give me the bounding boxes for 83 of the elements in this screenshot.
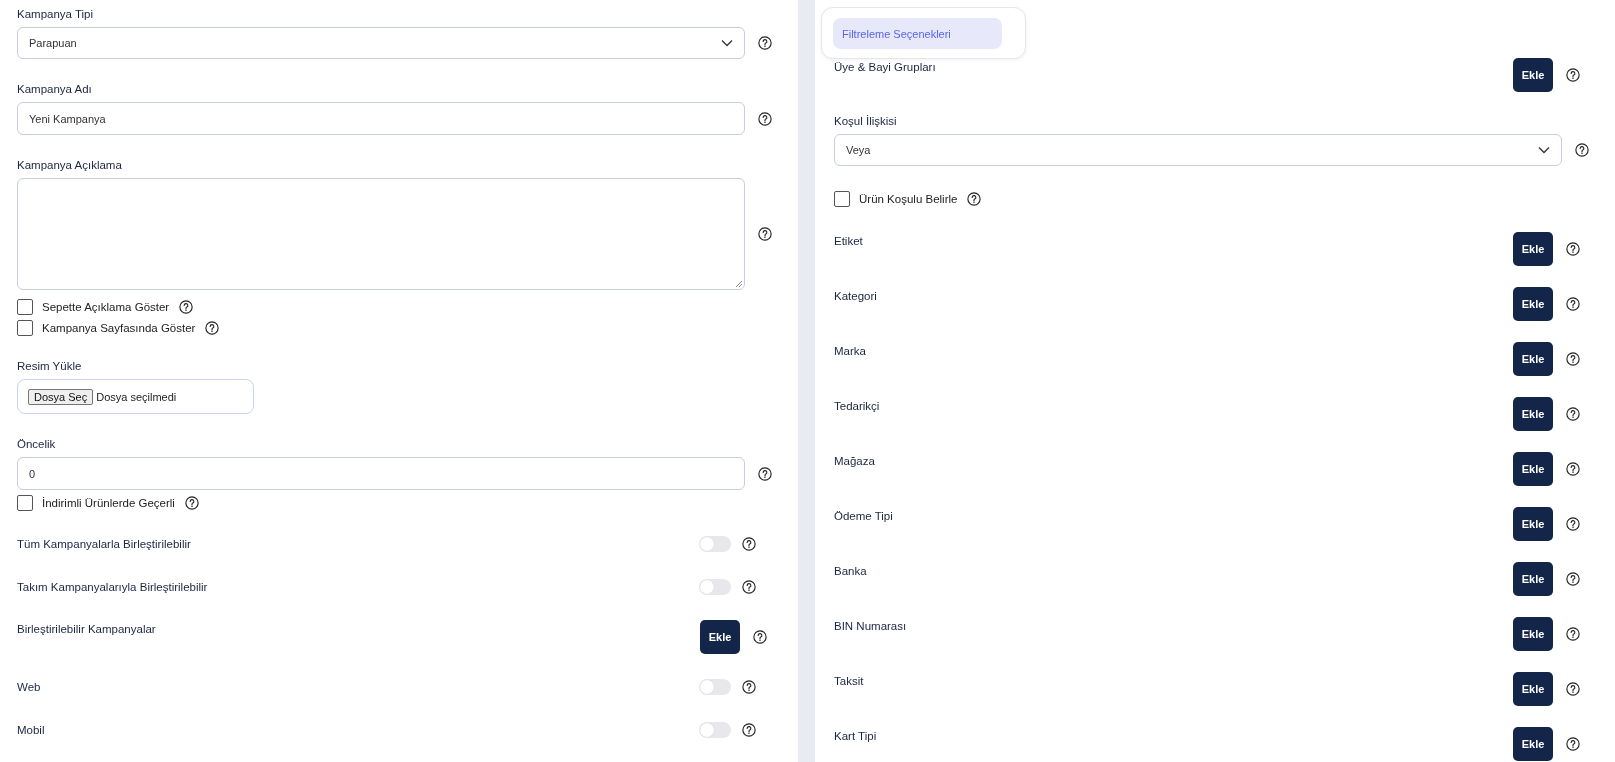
checkbox-label: Ürün Koşulu Belirle	[859, 193, 958, 205]
help-icon[interactable]	[758, 466, 772, 481]
row-label: BIN Numarası	[834, 619, 907, 632]
add-button[interactable]: Ekle	[1513, 287, 1553, 321]
help-icon[interactable]	[1566, 627, 1580, 641]
field-label: Öncelik	[17, 437, 57, 452]
row-label: Mağaza	[834, 454, 875, 467]
add-button[interactable]: Ekle	[700, 620, 740, 654]
add-button[interactable]: Ekle	[1513, 232, 1553, 266]
help-icon[interactable]	[742, 537, 756, 551]
help-icon[interactable]	[1566, 297, 1580, 311]
row-label: Tedarikçi	[834, 399, 880, 412]
row-label: Ödeme Tipi	[834, 509, 893, 522]
checkbox[interactable]	[17, 320, 33, 336]
checkbox-label: İndirimli Ürünlerde Geçerli	[42, 497, 175, 509]
toggle-switch[interactable]	[699, 579, 731, 595]
text-input-field[interactable]: 0	[17, 457, 745, 490]
text-input-field[interactable]: Yeni Kampanya	[17, 102, 745, 135]
help-icon[interactable]	[758, 36, 772, 50]
row-label: Birleştirilebilir Kampanyalar	[17, 622, 156, 635]
choose-file-button[interactable]: Dosya Seç	[28, 388, 94, 405]
add-button[interactable]: Ekle	[1513, 727, 1553, 761]
help-icon[interactable]	[1566, 242, 1580, 256]
help-icon[interactable]	[205, 321, 220, 335]
help-icon[interactable]	[742, 723, 756, 737]
add-button[interactable]: Ekle	[1513, 452, 1553, 486]
help-icon[interactable]	[1566, 682, 1580, 696]
row-label: Taksit	[834, 674, 864, 687]
row-label: Kategori	[834, 289, 877, 302]
help-icon[interactable]	[1566, 462, 1580, 476]
help-icon[interactable]	[742, 680, 756, 694]
row-label: Banka	[834, 564, 867, 577]
checkbox[interactable]	[17, 299, 33, 315]
chevron-down-icon	[1538, 146, 1550, 154]
toggle-label: Tüm Kampanyalarla Birleştirilebilir	[17, 538, 191, 550]
checkbox-label: Sepette Açıklama Göster	[42, 301, 170, 313]
help-icon[interactable]	[758, 111, 772, 126]
row-label: Üye & Bayi Grupları	[834, 60, 936, 73]
toggle-switch[interactable]	[699, 722, 731, 738]
field-label: Koşul İlişkisi	[834, 114, 898, 129]
add-button[interactable]: Ekle	[1513, 58, 1553, 92]
help-icon[interactable]	[1566, 68, 1580, 82]
help-icon[interactable]	[1566, 737, 1580, 751]
file-upload-field[interactable]: Dosya Seç Dosya seçilmedi	[17, 379, 254, 414]
toggle-label: Web	[17, 681, 41, 693]
add-button[interactable]: Ekle	[1513, 672, 1553, 706]
checkbox[interactable]	[834, 191, 850, 207]
checkbox[interactable]	[17, 495, 33, 511]
add-button[interactable]: Ekle	[1513, 617, 1553, 651]
help-icon[interactable]	[184, 496, 199, 510]
field-label: Kampanya Açıklama	[17, 158, 123, 173]
help-icon[interactable]	[967, 192, 982, 206]
select-field[interactable]: Veya	[834, 134, 1562, 166]
tab[interactable]: Filtreleme Seçenekleri	[833, 18, 1002, 49]
add-button[interactable]: Ekle	[1513, 342, 1553, 376]
checkbox-label: Kampanya Sayfasında Göster	[42, 322, 196, 334]
add-button[interactable]: Ekle	[1513, 507, 1553, 541]
toggle-switch[interactable]	[699, 536, 731, 552]
resize-grip-icon	[735, 280, 742, 287]
field-label: Kampanya Tipi	[17, 7, 95, 22]
toggle-label: Takım Kampanyalarıyla Birleştirilebilir	[17, 581, 208, 593]
add-button[interactable]: Ekle	[1513, 562, 1553, 596]
textarea-field[interactable]	[17, 178, 745, 290]
field-label: Kampanya Adı	[17, 82, 93, 97]
add-button[interactable]: Ekle	[1513, 397, 1553, 431]
select-field[interactable]: Parapuan	[17, 27, 745, 59]
row-label: Kart Tipi	[834, 729, 877, 742]
help-icon[interactable]	[1575, 143, 1589, 157]
toggle-switch[interactable]	[699, 679, 731, 695]
toggle-label: Mobil	[17, 724, 45, 736]
help-icon[interactable]	[1566, 407, 1580, 421]
help-icon[interactable]	[179, 300, 194, 314]
chevron-down-icon	[721, 39, 733, 47]
row-label: Etiket	[834, 234, 863, 247]
help-icon[interactable]	[1566, 572, 1580, 586]
file-status-text: Dosya seçilmedi	[96, 390, 177, 403]
row-label: Marka	[834, 344, 866, 357]
help-icon[interactable]	[1566, 352, 1580, 366]
help-icon[interactable]	[1566, 517, 1580, 531]
help-icon[interactable]	[742, 580, 756, 594]
field-label: Resim Yükle	[17, 359, 83, 374]
help-icon[interactable]	[758, 227, 772, 241]
help-icon[interactable]	[753, 630, 767, 644]
